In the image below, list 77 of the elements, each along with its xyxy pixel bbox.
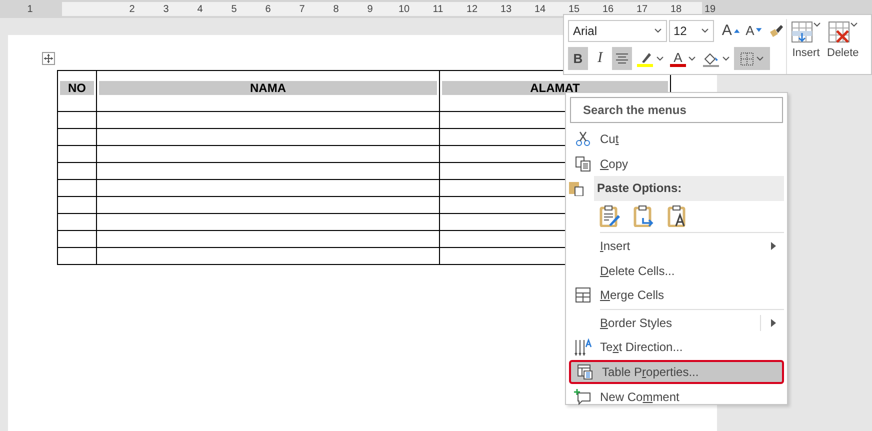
ruler-number: 6 xyxy=(264,4,272,14)
table-delete-icon xyxy=(828,21,850,43)
submenu-arrow-icon xyxy=(771,242,776,250)
ruler-number: 5 xyxy=(230,4,238,14)
move-icon xyxy=(44,54,53,63)
submenu-arrow-icon xyxy=(771,318,776,327)
caret-icon xyxy=(850,21,858,28)
ruler-number: 16 xyxy=(601,4,615,14)
table-icon xyxy=(575,287,591,304)
clipboard-arrow-icon xyxy=(633,204,655,227)
scissors-icon xyxy=(575,131,591,148)
delete-button[interactable]: Delete xyxy=(826,19,860,74)
menu-item[interactable]: Text Direction... xyxy=(569,335,784,360)
table-move-handle[interactable] xyxy=(42,52,55,65)
ruler-number: 13 xyxy=(499,4,513,14)
ruler-number: 7 xyxy=(298,4,306,14)
search-field[interactable]: Search the menus xyxy=(570,97,783,123)
clipboard-brush-icon xyxy=(599,204,621,227)
menu-item[interactable]: New Comment xyxy=(569,384,784,409)
up-caret-icon xyxy=(734,28,740,33)
highlighter-icon xyxy=(636,50,654,66)
caret-icon xyxy=(813,21,821,28)
caret-icon xyxy=(756,55,764,62)
insert-button[interactable]: Insert xyxy=(790,19,822,74)
grow-font-button[interactable]: A xyxy=(720,19,742,42)
bold-button[interactable]: B xyxy=(568,47,588,70)
menu-item[interactable]: Cut xyxy=(569,127,784,152)
ruler-number: 19 xyxy=(703,4,717,14)
column-header: NO xyxy=(60,81,94,95)
ruler-number: 1 xyxy=(26,4,34,14)
clipboard-icon xyxy=(568,180,584,196)
font-name-value: Arial xyxy=(573,24,598,38)
ruler-number: 18 xyxy=(669,4,683,14)
copy-icon xyxy=(575,156,591,172)
color-bar-icon xyxy=(670,64,686,66)
column-header: ALAMAT xyxy=(442,81,668,95)
ruler-number: 10 xyxy=(397,4,411,14)
font-size-value: 12 xyxy=(674,24,687,38)
menu-item[interactable]: Border Styles xyxy=(569,310,784,336)
ruler-number: 15 xyxy=(567,4,581,14)
caret-icon xyxy=(722,55,730,62)
ruler-number: 4 xyxy=(196,4,204,14)
shrink-font-button[interactable]: A xyxy=(744,19,764,42)
ruler-number: 11 xyxy=(432,4,444,14)
italic-button[interactable]: I xyxy=(590,47,610,70)
paint-bucket-icon xyxy=(702,50,720,66)
caret-icon xyxy=(700,27,709,34)
table-insert-icon xyxy=(791,21,813,43)
font-name-field[interactable]: Arial xyxy=(568,20,666,42)
font-size-field[interactable]: 12 xyxy=(668,20,714,42)
ruler-number: 12 xyxy=(465,4,479,14)
ruler-number: 2 xyxy=(128,4,136,14)
table-properties-icon xyxy=(577,364,593,380)
menu-item[interactable]: Copy xyxy=(569,152,784,176)
menu-item[interactable]: Insert xyxy=(569,234,784,258)
comment-icon xyxy=(574,388,592,405)
center-align-button[interactable] xyxy=(612,47,632,70)
keep-formatting-button[interactable] xyxy=(597,204,623,228)
paintbrush-icon xyxy=(768,22,784,38)
caret-icon xyxy=(654,27,662,34)
ruler-number: 14 xyxy=(533,4,547,14)
text-direction-icon xyxy=(574,338,592,356)
font-color-button[interactable]: A xyxy=(668,47,698,70)
caret-icon xyxy=(656,55,664,62)
ruler-number: 8 xyxy=(332,4,340,14)
borders-button[interactable] xyxy=(734,47,770,70)
ruler-number: 3 xyxy=(162,4,170,14)
caret-icon xyxy=(688,55,696,62)
down-caret-icon xyxy=(756,28,762,33)
ruler-number: 9 xyxy=(366,4,374,14)
menu-item[interactable]: Table Properties... xyxy=(569,360,784,384)
borders-icon xyxy=(740,52,754,66)
menu-item[interactable]: Merge Cells xyxy=(569,282,784,308)
ruler-number: 17 xyxy=(635,4,649,14)
menu-item[interactable]: Delete Cells... xyxy=(569,258,784,283)
center-align-icon xyxy=(615,52,629,64)
column-header: NAMA xyxy=(99,81,437,95)
